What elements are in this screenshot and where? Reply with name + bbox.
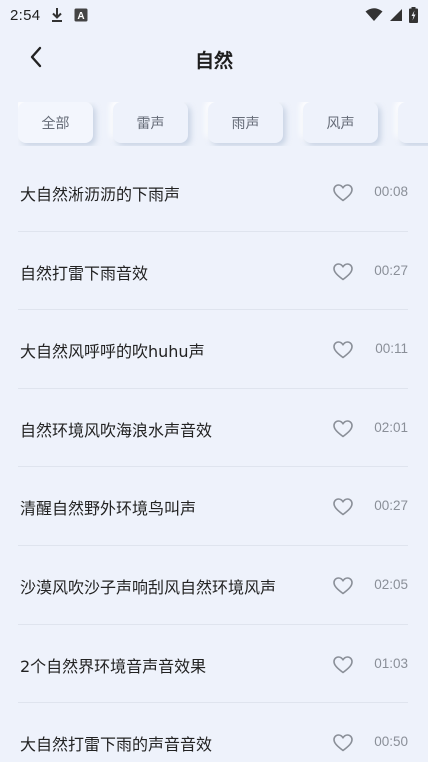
status-bar: 2:54 A xyxy=(0,0,428,30)
list-item[interactable]: 沙漠风吹沙子声响刮风自然环境风声 02:05 xyxy=(0,546,428,625)
status-time: 2:54 xyxy=(10,6,41,24)
tab-all[interactable]: 全部 xyxy=(18,102,93,143)
sound-duration: 02:01 xyxy=(374,419,408,435)
tab-more[interactable] xyxy=(398,102,428,143)
app-bar: 自然 xyxy=(0,36,428,82)
heart-icon[interactable] xyxy=(332,418,354,440)
heart-icon[interactable] xyxy=(332,496,354,518)
font-a-icon: A xyxy=(74,8,88,22)
heart-icon[interactable] xyxy=(332,654,354,676)
tab-thunder[interactable]: 雷声 xyxy=(113,102,188,143)
list-item[interactable]: 大自然风呼呼的吹huhu声 00:11 xyxy=(0,310,428,389)
wifi-icon xyxy=(365,8,383,22)
battery-charging-icon xyxy=(409,7,418,23)
screen: 2:54 A 自然 全部 雷声 雨声 风声 大自然淅沥沥的下雨声 00:08 自… xyxy=(0,0,428,762)
sound-duration: 00:08 xyxy=(374,184,408,199)
sound-title: 大自然淅沥沥的下雨声 xyxy=(20,185,181,204)
tab-rain[interactable]: 雨声 xyxy=(208,102,283,143)
list-item[interactable]: 大自然淅沥沥的下雨声 00:08 xyxy=(0,153,428,232)
sound-title: 2个自然界环境音声音效果 xyxy=(20,656,207,676)
sound-title: 清醒自然野外环境鸟叫声 xyxy=(20,499,197,519)
sound-duration: 00:27 xyxy=(374,498,408,514)
download-icon xyxy=(50,7,64,23)
heart-icon[interactable] xyxy=(332,575,354,597)
sound-duration: 01:03 xyxy=(374,655,408,671)
heart-icon[interactable] xyxy=(332,261,354,283)
tab-wind[interactable]: 风声 xyxy=(303,102,378,143)
heart-icon[interactable] xyxy=(332,732,354,754)
heart-icon[interactable] xyxy=(332,182,354,204)
list-item[interactable]: 2个自然界环境音声音效果 01:03 xyxy=(0,625,428,704)
list-item[interactable]: 自然环境风吹海浪水声音效 02:01 xyxy=(0,389,428,468)
sound-title: 大自然打雷下雨的声音音效 xyxy=(20,735,213,755)
page-title: 自然 xyxy=(194,50,233,72)
sound-title: 自然打雷下雨音效 xyxy=(20,263,149,283)
sound-duration: 00:50 xyxy=(374,734,408,750)
list-item[interactable]: 清醒自然野外环境鸟叫声 00:27 xyxy=(0,467,428,546)
font-a-letter: A xyxy=(78,11,85,22)
category-tabs: 全部 雷声 雨声 风声 xyxy=(18,102,428,146)
sound-title: 自然环境风吹海浪水声音效 xyxy=(20,420,213,440)
list-item[interactable]: 大自然打雷下雨的声音音效 00:50 xyxy=(0,703,428,762)
sound-title: 大自然风呼呼的吹huhu声 xyxy=(20,342,205,362)
signal-icon xyxy=(389,8,403,22)
sound-title: 沙漠风吹沙子声响刮风自然环境风声 xyxy=(20,577,277,597)
status-left: 2:54 A xyxy=(10,7,88,24)
list-item[interactable]: 自然打雷下雨音效 00:27 xyxy=(0,232,428,311)
status-right xyxy=(365,7,418,23)
sound-list: 大自然淅沥沥的下雨声 00:08 自然打雷下雨音效 00:27 大自然风呼呼的吹… xyxy=(0,153,428,762)
sound-duration: 00:27 xyxy=(374,262,408,278)
heart-icon[interactable] xyxy=(332,339,354,361)
sound-duration: 00:11 xyxy=(375,341,408,357)
sound-duration: 02:05 xyxy=(374,576,408,592)
